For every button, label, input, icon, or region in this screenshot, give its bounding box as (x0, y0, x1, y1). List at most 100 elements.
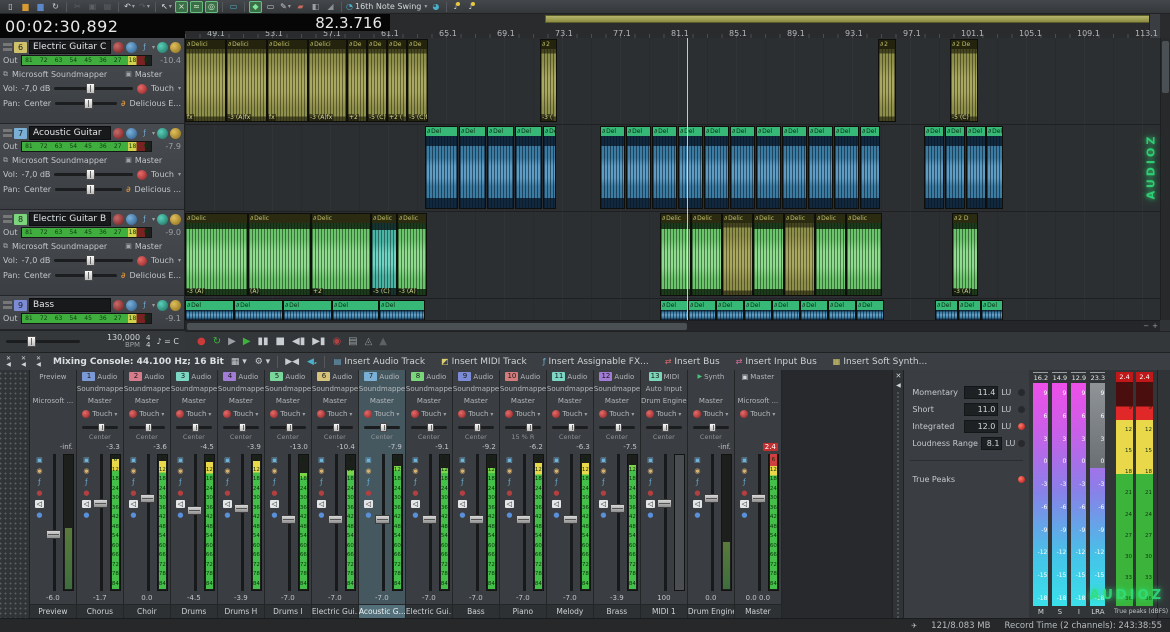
audio-clip[interactable]: ∂Delic (815, 213, 846, 296)
time-signature[interactable]: 44 (146, 335, 150, 348)
fader-handle[interactable] (234, 504, 249, 513)
screenset-icon[interactable]: ▭ (227, 1, 240, 13)
pan-slider-handle[interactable] (286, 423, 293, 432)
input-echo-icon[interactable]: ◁ (364, 500, 373, 508)
automation-write-icon[interactable] (170, 300, 181, 311)
bus-assignment[interactable]: ▣Master (125, 156, 162, 165)
fast-forward-button[interactable]: ▶▮ (312, 337, 325, 347)
fx-bin-icon[interactable]: ƒ (179, 478, 181, 486)
vertical-scrollbar[interactable] (1160, 38, 1170, 320)
record-arm-icon[interactable] (113, 214, 124, 225)
erase-tool-icon[interactable]: ▰ (294, 1, 307, 13)
channel-name[interactable]: Melody (547, 604, 593, 618)
track-name-field[interactable]: Electric Guitar B (29, 212, 111, 226)
audio-clip[interactable]: ∂Delic-5 (C) (371, 213, 397, 296)
interleave-icon[interactable]: ▣ (271, 456, 278, 464)
automation-mode-row[interactable]: Touch▾ (735, 407, 781, 421)
audio-clip[interactable]: ∂Del (834, 126, 859, 209)
volume-slider-handle[interactable] (86, 255, 95, 266)
channel-name[interactable]: Choir (124, 604, 170, 618)
pan-slider[interactable] (364, 426, 400, 429)
track-lane[interactable]: ∂Del∂Del∂Del∂Del∂Del∂Del∂Del∂Del∂Del∂Del… (185, 299, 1160, 320)
pan-slider[interactable] (317, 426, 353, 429)
solo-icon[interactable]: ● (365, 511, 371, 519)
smpte-time-display[interactable]: 00:02:30,892 (0, 14, 185, 38)
arm-record-icon[interactable]: ● (694, 489, 700, 497)
automation-mode-row[interactable]: Touch▾ (124, 407, 170, 421)
mute-icon[interactable] (126, 300, 137, 311)
audio-clip[interactable]: ∂Del (716, 300, 744, 320)
audio-clip[interactable]: ∂Del (828, 300, 856, 320)
fx-bin-icon[interactable]: ƒ (743, 478, 745, 486)
mute-icon[interactable] (126, 42, 137, 53)
audio-clip[interactable]: ∂Del (924, 126, 944, 209)
automation-mode-row[interactable]: Touch▾ (453, 407, 499, 421)
audio-clip[interactable]: ∂De+2 ( (387, 39, 407, 122)
strip-output-label[interactable]: Master (500, 395, 546, 407)
fx-bypass-icon[interactable]: ƒ (139, 300, 150, 311)
fx-bin-icon[interactable]: ƒ (461, 478, 463, 486)
fx-plugin-name[interactable]: Delicious ... (135, 185, 181, 194)
gain-knob-icon[interactable]: ◉ (36, 467, 42, 475)
audio-clip[interactable]: ∂Del (660, 300, 688, 320)
input-echo-icon[interactable]: ◁ (599, 500, 608, 508)
channel-strip[interactable]: 2AudioSoundmapperMasterTouch▾Center-3.6▣… (124, 370, 171, 618)
gain-knob-icon[interactable]: ◉ (130, 467, 136, 475)
audio-clip[interactable]: ∂Del (860, 126, 880, 209)
fader-handle[interactable] (46, 530, 61, 539)
interleave-icon[interactable]: ▣ (83, 456, 90, 464)
solo-icon[interactable]: ● (459, 511, 465, 519)
pan-slider[interactable] (646, 426, 682, 429)
input-echo-icon[interactable]: ◁ (129, 500, 138, 508)
arm-record-icon[interactable]: ● (224, 489, 230, 497)
close-panel-button[interactable]: ✕◀ (19, 356, 28, 368)
fader-handle[interactable] (375, 515, 390, 524)
audio-clip[interactable]: ∂De-5 (C)fx (407, 39, 428, 122)
channel-strip[interactable]: ▣MasterMicrosoft ...Touch▾2.4▣◉ƒ●◁●61218… (735, 370, 782, 618)
automation-mode-row[interactable]: Touch▾ (641, 407, 687, 421)
pan-slider[interactable] (270, 426, 306, 429)
fx-bypass-icon[interactable]: ƒ (139, 128, 150, 139)
mute-icon[interactable] (126, 128, 137, 139)
fader-handle[interactable] (563, 515, 578, 524)
pan-slider[interactable] (55, 102, 117, 105)
pan-slider-handle[interactable] (568, 423, 575, 432)
channel-fader[interactable] (469, 452, 486, 593)
record-options-button[interactable]: ◉ (332, 337, 341, 347)
channel-name[interactable]: Master (735, 604, 781, 618)
solo-icon[interactable]: ● (130, 511, 136, 519)
record-arm-icon[interactable] (113, 300, 124, 311)
channel-strip[interactable]: 12AudioSoundmapperMasterTouch▾Center-7.5… (594, 370, 641, 618)
channel-fader[interactable] (610, 452, 627, 593)
audio-clip[interactable]: ∂Del (678, 126, 703, 209)
solo-icon[interactable]: ● (694, 511, 700, 519)
channel-strip[interactable]: 13MIDIAuto InputDrum EngineTouch▾Center▣… (641, 370, 688, 618)
fx-bypass-icon[interactable]: ƒ (139, 214, 150, 225)
mixer-left-rail[interactable] (0, 370, 30, 618)
fx-bin-icon[interactable]: ƒ (226, 478, 228, 486)
record-button[interactable]: ● (197, 337, 206, 347)
channel-strip[interactable]: 6AudioSoundmapperMasterTouch▾Center-10.4… (312, 370, 359, 618)
audio-clip[interactable]: ∂2-3 ( (540, 39, 557, 122)
channel-name[interactable]: Electric Gui... (406, 604, 452, 618)
channel-name[interactable]: Drum Engine (688, 604, 734, 618)
interleave-icon[interactable]: ▣ (694, 456, 701, 464)
fader-handle[interactable] (140, 494, 155, 503)
audio-clip[interactable]: ∂2 D-3 (A) (952, 213, 978, 296)
insert-button[interactable]: ▦Insert Soft Synth... (830, 357, 930, 367)
audio-clip[interactable]: ∂Del (425, 126, 458, 209)
narrow-strips-icon[interactable]: ▶◀ (285, 357, 299, 367)
audio-clip[interactable]: ∂Del (459, 126, 486, 209)
arm-record-icon[interactable]: ● (741, 489, 747, 497)
loudness-led[interactable] (1018, 440, 1025, 447)
automation-mode-row[interactable]: Touch▾ (688, 407, 734, 421)
automation-mode-row[interactable]: Touch▾ (359, 407, 405, 421)
automation-mode-row[interactable]: Touch▾ (547, 407, 593, 421)
pan-slider[interactable] (223, 426, 259, 429)
pan-slider[interactable] (129, 426, 165, 429)
fx-bin-icon[interactable]: ƒ (508, 478, 510, 486)
interleave-icon[interactable]: ▣ (177, 456, 184, 464)
audio-clip[interactable]: ∂Delic (753, 213, 784, 296)
audio-clip[interactable]: ∂Del (652, 126, 677, 209)
channel-fader[interactable] (328, 452, 345, 593)
